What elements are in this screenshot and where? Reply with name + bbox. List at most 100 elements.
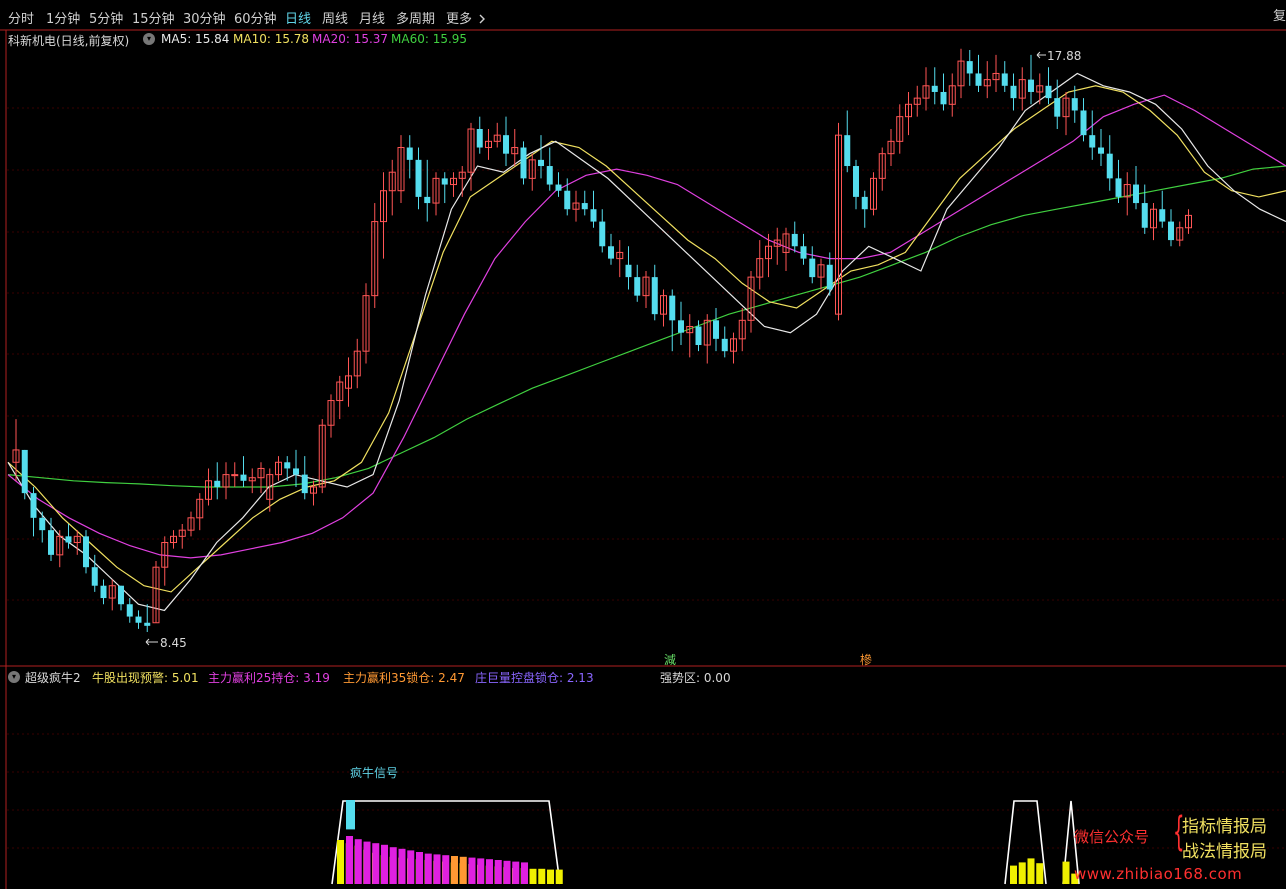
profit-hold-bar bbox=[512, 861, 520, 884]
warning-bar-right bbox=[1018, 862, 1026, 884]
candle-body-down bbox=[91, 567, 98, 586]
candle-body-down bbox=[1010, 85, 1017, 99]
candle-body-down bbox=[424, 196, 431, 204]
warning-bar-right bbox=[1027, 858, 1035, 884]
lock35-legend: 主力赢利35锁仓: 2.47 bbox=[343, 671, 465, 685]
profit-hold-bar bbox=[459, 856, 467, 884]
candle-body-down bbox=[844, 135, 851, 167]
profit-hold-bar bbox=[424, 853, 432, 884]
warning-bar bbox=[529, 868, 537, 884]
ma-line-ma60 bbox=[7, 165, 1286, 488]
candle-body-down bbox=[1133, 184, 1139, 204]
hold25-legend: 主力赢利25持仓: 3.19 bbox=[208, 671, 330, 685]
warning-legend: 牛股出现预警: 5.01 bbox=[92, 671, 199, 685]
profit-hold-bar bbox=[433, 854, 441, 884]
stock-title: 科新机电(日线,前复权) bbox=[8, 34, 130, 48]
candle-body-down bbox=[853, 166, 859, 197]
sub-indicator-title: 超级疯牛2 bbox=[25, 671, 81, 685]
warning-bar bbox=[547, 869, 554, 884]
ma60-legend: MA60: 15.95 bbox=[391, 32, 468, 46]
sub-indicator-panel bbox=[331, 800, 1080, 885]
stock-chart bbox=[0, 29, 1286, 889]
candle-body-down bbox=[940, 91, 947, 105]
candle-body-down bbox=[100, 585, 107, 599]
candle-body-down bbox=[625, 264, 632, 278]
profit-hold-bar bbox=[398, 848, 406, 884]
profit-hold-bar bbox=[451, 856, 458, 884]
watermark-line2: 战法情报局 bbox=[1182, 842, 1267, 862]
candle-body-down bbox=[599, 221, 606, 247]
candle-body-down bbox=[520, 147, 527, 179]
candle-body-down bbox=[1080, 110, 1087, 136]
profit-hold-bar bbox=[503, 860, 511, 884]
profit-hold-bar bbox=[407, 850, 415, 884]
candle-body-down bbox=[21, 449, 28, 494]
candle-body-down bbox=[1071, 98, 1078, 111]
candle-body-down bbox=[83, 536, 89, 568]
ma20-legend: MA20: 15.37 bbox=[312, 32, 389, 46]
warning-bar bbox=[337, 840, 344, 884]
sub-toggle-icon[interactable]: ▾ bbox=[8, 671, 20, 683]
candle-body-down bbox=[144, 622, 151, 626]
candle-body-down bbox=[65, 536, 72, 543]
candle-body-down bbox=[564, 190, 571, 210]
candle-body-down bbox=[48, 530, 54, 555]
candle-body-down bbox=[634, 277, 641, 296]
profit-hold-bar bbox=[494, 860, 502, 884]
grid-lines bbox=[0, 29, 1286, 889]
profit-hold-bar bbox=[521, 862, 528, 884]
candle-body-up bbox=[231, 474, 239, 477]
ma10-legend: MA10: 15.78 bbox=[233, 32, 310, 46]
candle-body-down bbox=[214, 480, 221, 487]
warning-bar-right bbox=[1010, 865, 1017, 884]
candle-body-down bbox=[476, 128, 483, 148]
circle-toggle-icon[interactable]: ▾ bbox=[143, 33, 155, 45]
candle-body-down bbox=[555, 184, 562, 191]
candle-body-down bbox=[1141, 203, 1148, 228]
high-pointer-icon bbox=[1036, 51, 1046, 59]
candle-body-down bbox=[1054, 98, 1061, 117]
candle-body-down bbox=[406, 147, 413, 160]
candle-body-down bbox=[30, 493, 37, 518]
candle-body-down bbox=[713, 320, 719, 339]
ma5-legend: MA5: 15.84 bbox=[161, 32, 230, 46]
candle-body-down bbox=[1115, 178, 1122, 197]
candle-body-down bbox=[1001, 73, 1008, 86]
profit-hold-bar bbox=[486, 859, 493, 884]
profit-hold-bar bbox=[477, 858, 485, 884]
marker-hold: 槮 bbox=[860, 653, 873, 667]
candlesticks bbox=[12, 48, 1192, 646]
warning-bar-right bbox=[1062, 861, 1070, 884]
candle-body-down bbox=[861, 196, 868, 210]
candle-body-down bbox=[608, 246, 614, 259]
profit-hold-bar bbox=[372, 843, 380, 884]
low-pointer-icon bbox=[145, 638, 158, 646]
candle-body-down bbox=[966, 61, 973, 74]
candle-body-down bbox=[284, 462, 291, 469]
candle-body-down bbox=[293, 468, 299, 475]
strength-zone-label: 强势区: 0.00 bbox=[660, 671, 731, 685]
candle-body-down bbox=[1168, 221, 1174, 241]
bull-signal-bar bbox=[346, 800, 355, 830]
candle-body-down bbox=[590, 209, 597, 222]
candle-body-down bbox=[1028, 79, 1034, 92]
candle-body-down bbox=[1098, 147, 1104, 154]
candle-body-down bbox=[126, 604, 133, 617]
profit-hold-bar bbox=[381, 844, 388, 884]
wechat-label: 微信公众号 bbox=[1074, 828, 1150, 846]
marker-reduce: 減 bbox=[664, 653, 677, 667]
warning-bar bbox=[555, 869, 563, 884]
candle-body-down bbox=[546, 166, 553, 185]
candle-body-down bbox=[118, 585, 124, 605]
control-legend: 庄巨量控盘锁仓: 2.13 bbox=[475, 671, 594, 685]
candle-body-down bbox=[441, 178, 448, 185]
candle-body-down bbox=[800, 246, 807, 259]
candle-body-down bbox=[415, 159, 422, 197]
bull-signal-label: 疯牛信号 bbox=[350, 766, 399, 780]
profit-hold-bar bbox=[346, 836, 353, 884]
watermark-line1: 指标情报局 bbox=[1182, 817, 1267, 837]
warning-bar-right bbox=[1036, 863, 1044, 884]
candle-body-down bbox=[975, 73, 982, 86]
candle-body-down bbox=[1106, 153, 1113, 179]
candle-body-down bbox=[39, 517, 46, 531]
